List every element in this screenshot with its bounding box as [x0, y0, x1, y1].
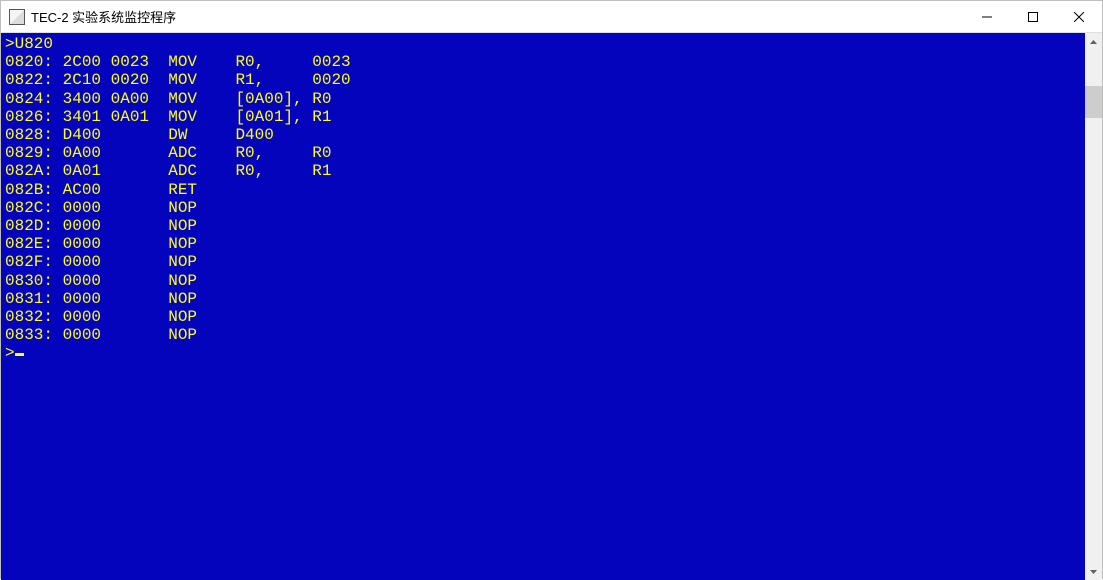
- terminal-line: 082C: 0000 NOP: [5, 199, 1081, 217]
- window-title: TEC-2 实验系统监控程序: [31, 7, 176, 26]
- terminal-line: 082B: AC00 RET: [5, 181, 1081, 199]
- terminal-line: 0820: 2C00 0023 MOV R0, 0023: [5, 53, 1081, 71]
- terminal-line: 082F: 0000 NOP: [5, 253, 1081, 271]
- terminal-line: 0830: 0000 NOP: [5, 272, 1081, 290]
- terminal-line: 0829: 0A00 ADC R0, R0: [5, 144, 1081, 162]
- terminal-line: 0831: 0000 NOP: [5, 290, 1081, 308]
- close-button[interactable]: [1056, 1, 1102, 33]
- terminal-line: 0828: D400 DW D400: [5, 126, 1081, 144]
- minimize-icon: [982, 12, 992, 22]
- terminal-line: 082D: 0000 NOP: [5, 217, 1081, 235]
- terminal-line: 0824: 3400 0A00 MOV [0A00], R0: [5, 90, 1081, 108]
- cursor: [15, 353, 24, 356]
- scroll-thumb[interactable]: [1085, 86, 1102, 118]
- terminal-line: 082A: 0A01 ADC R0, R1: [5, 162, 1081, 180]
- terminal-prompt: >: [5, 344, 1081, 362]
- title-bar: TEC-2 实验系统监控程序: [1, 1, 1102, 33]
- maximize-button[interactable]: [1010, 1, 1056, 33]
- scroll-down-arrow-icon[interactable]: [1085, 563, 1102, 580]
- terminal-line: 0833: 0000 NOP: [5, 326, 1081, 344]
- terminal-line: 0826: 3401 0A01 MOV [0A01], R1: [5, 108, 1081, 126]
- terminal-line: 0822: 2C10 0020 MOV R1, 0020: [5, 71, 1081, 89]
- minimize-button[interactable]: [964, 1, 1010, 33]
- close-icon: [1074, 12, 1084, 22]
- scroll-up-arrow-icon[interactable]: [1085, 33, 1102, 50]
- maximize-icon: [1028, 12, 1038, 22]
- terminal-line: 082E: 0000 NOP: [5, 235, 1081, 253]
- app-icon: [9, 9, 25, 25]
- terminal-output[interactable]: >U8200820: 2C00 0023 MOV R0, 00230822: 2…: [1, 33, 1085, 580]
- terminal-line: >U820: [5, 35, 1081, 53]
- vertical-scrollbar[interactable]: [1085, 33, 1102, 580]
- content-area: >U8200820: 2C00 0023 MOV R0, 00230822: 2…: [1, 33, 1102, 580]
- terminal-line: 0832: 0000 NOP: [5, 308, 1081, 326]
